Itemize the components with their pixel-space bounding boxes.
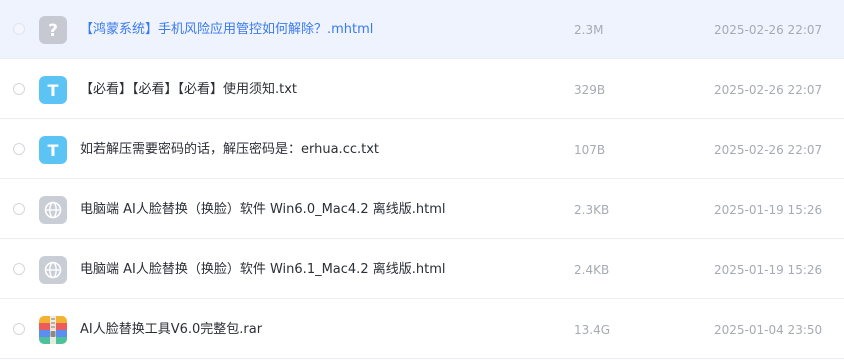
web-file-icon <box>39 256 67 284</box>
svg-text:T: T <box>48 141 59 160</box>
web-file-icon <box>39 196 67 224</box>
file-name[interactable]: 如若解压需要密码的话，解压密码是：erhua.cc.txt <box>80 141 379 159</box>
file-modified-time: 2025-01-19 15:26 <box>714 263 823 277</box>
file-row[interactable]: T 如若解压需要密码的话，解压密码是：erhua.cc.txt 107B 202… <box>0 120 844 179</box>
file-name[interactable]: 电脑端 AI人脸替换（换脸）软件 Win6.1_Mac4.2 离线版.html <box>80 261 445 279</box>
file-modified-time: 2025-02-26 22:07 <box>714 23 823 37</box>
file-name[interactable]: AI人脸替换工具V6.0完整包.rar <box>80 321 262 339</box>
file-row[interactable]: 电脑端 AI人脸替换（换脸）软件 Win6.0_Mac4.2 离线版.html … <box>0 180 844 239</box>
file-row[interactable]: AI人脸替换工具V6.0完整包.rar 13.4G 2025-01-04 23:… <box>0 300 844 359</box>
row-checkbox[interactable] <box>13 263 25 275</box>
file-size: 329B <box>574 83 606 97</box>
row-checkbox[interactable] <box>13 323 25 335</box>
file-modified-time: 2025-02-26 22:07 <box>714 83 823 97</box>
file-row[interactable]: ? 【鸿蒙系统】手机风险应用管控如何解除？.mhtml 2.3M 2025-02… <box>0 0 844 59</box>
file-size: 13.4G <box>574 323 611 337</box>
file-name[interactable]: 【鸿蒙系统】手机风险应用管控如何解除？.mhtml <box>80 21 373 39</box>
row-checkbox[interactable] <box>13 83 25 95</box>
file-list: ? 【鸿蒙系统】手机风险应用管控如何解除？.mhtml 2.3M 2025-02… <box>0 0 844 360</box>
file-size: 2.4KB <box>574 263 610 277</box>
file-size: 2.3KB <box>574 203 610 217</box>
svg-text:?: ? <box>48 21 58 41</box>
file-size: 107B <box>574 143 606 157</box>
file-row[interactable]: T 【必看】【必看】【必看】使用须知.txt 329B 2025-02-26 2… <box>0 60 844 119</box>
file-row[interactable]: 电脑端 AI人脸替换（换脸）软件 Win6.1_Mac4.2 离线版.html … <box>0 240 844 299</box>
file-name[interactable]: 电脑端 AI人脸替换（换脸）软件 Win6.0_Mac4.2 离线版.html <box>80 201 445 219</box>
text-file-icon: T <box>39 136 67 164</box>
archive-file-icon <box>39 316 67 344</box>
row-checkbox[interactable] <box>13 23 25 35</box>
svg-text:T: T <box>48 81 59 100</box>
file-modified-time: 2025-01-04 23:50 <box>714 323 823 337</box>
unknown-file-icon: ? <box>39 16 67 44</box>
file-modified-time: 2025-01-19 15:26 <box>714 203 823 217</box>
file-name[interactable]: 【必看】【必看】【必看】使用须知.txt <box>80 81 297 99</box>
file-modified-time: 2025-02-26 22:07 <box>714 143 823 157</box>
file-size: 2.3M <box>574 23 604 37</box>
row-checkbox[interactable] <box>13 203 25 215</box>
row-checkbox[interactable] <box>13 143 25 155</box>
text-file-icon: T <box>39 76 67 104</box>
